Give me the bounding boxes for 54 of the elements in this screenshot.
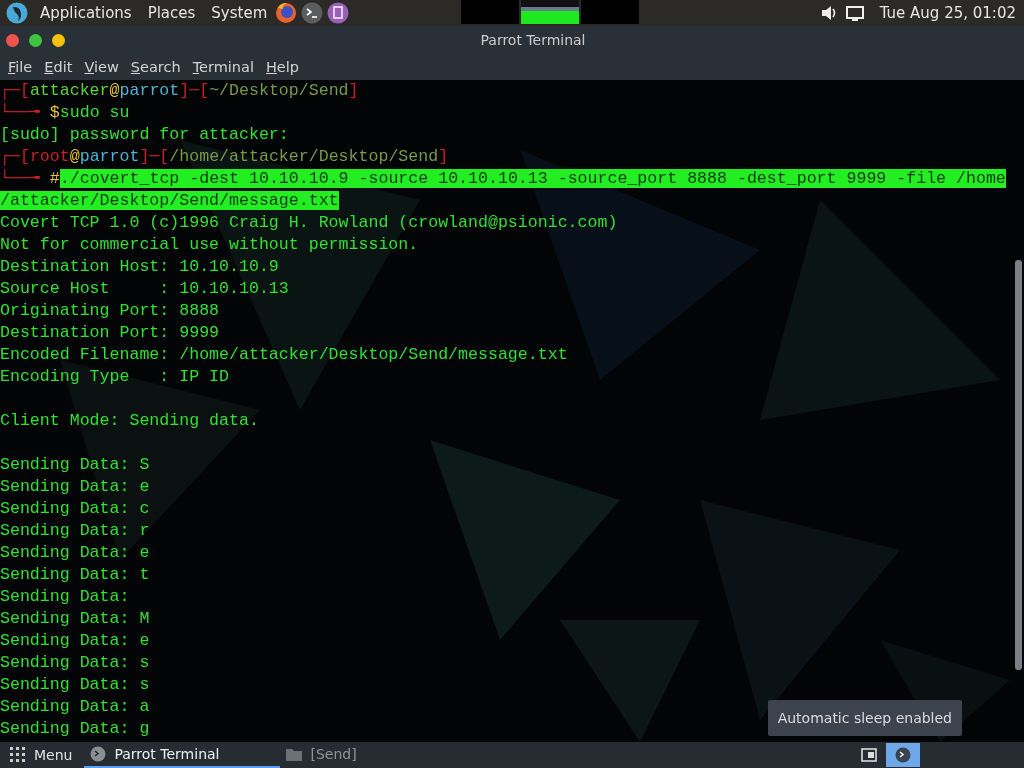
clock[interactable]: Tue Aug 25, 01:02	[879, 4, 1016, 22]
terminal-line: Source Host : 10.10.10.13	[0, 278, 289, 300]
window-title: Parrot Terminal	[480, 32, 586, 48]
menu-item[interactable]: Help	[259, 59, 305, 75]
menu-item[interactable]: File	[2, 59, 39, 75]
folder-icon	[286, 747, 303, 761]
terminal-line: Sending Data: r	[0, 520, 150, 542]
terminal-line: Originating Port: 8888	[0, 300, 220, 322]
terminal-line: Sending Data: e	[0, 630, 150, 652]
terminal-line: Sending Data: e	[0, 542, 150, 564]
terminal-line: Sending Data: M	[0, 608, 150, 630]
terminal-line: Not for commercial use without permission.	[0, 234, 419, 256]
panel-menu[interactable]: Applications	[32, 4, 140, 22]
terminal-line: ┌─[root@parrot]─[/home/attacker/Desktop/Send]	[0, 146, 449, 168]
terminal-icon	[895, 747, 911, 763]
taskbar-item[interactable]: Parrot Terminal	[84, 742, 281, 768]
minimize-button[interactable]	[52, 33, 65, 47]
panel-menu[interactable]: System	[203, 4, 276, 22]
menu-item[interactable]: Terminal	[186, 59, 260, 75]
terminal-line: Sending Data: t	[0, 564, 150, 586]
terminal-line: ┌─[attacker@parrot]─[~/Desktop/Send]	[0, 80, 359, 102]
terminal-line: Encoding Type : IP ID	[0, 366, 230, 388]
terminal-line: Sending Data: s	[0, 652, 150, 674]
close-button[interactable]	[6, 33, 19, 47]
maximize-button[interactable]	[29, 33, 42, 47]
terminal-button[interactable]	[886, 743, 920, 767]
terminal-line: └──╼ $sudo su	[0, 102, 130, 124]
panel-menu[interactable]: Places	[139, 4, 204, 22]
menu-item[interactable]: Search	[124, 59, 187, 75]
terminal-line: Sending Data: e	[0, 476, 150, 498]
terminal-icon[interactable]	[301, 2, 324, 24]
terminal-line: Client Mode: Sending data.	[0, 410, 259, 432]
grid-icon	[10, 747, 26, 763]
menu-item[interactable]: View	[78, 59, 125, 75]
terminal-icon	[90, 746, 107, 762]
terminal-line: Destination Port: 9999	[0, 322, 220, 344]
document-icon[interactable]	[327, 2, 350, 24]
system-monitor-graph[interactable]	[521, 0, 580, 24]
terminal-line: Sending Data: s	[0, 674, 150, 696]
terminal-line: Sending Data: S	[0, 454, 150, 476]
terminal-line: Sending Data:	[0, 586, 130, 608]
browser-icon[interactable]	[275, 2, 298, 24]
menu-button[interactable]: Menu	[0, 742, 85, 768]
terminal-line: [sudo] password for attacker:	[0, 124, 289, 146]
terminal-line: Encoded Filename: /home/attacker/Desktop/Send/message.txt	[0, 344, 568, 366]
menu-item[interactable]: Edit	[38, 59, 79, 75]
terminal-line: Sending Data: a	[0, 696, 150, 718]
taskbar-item[interactable]: [Send]	[280, 742, 477, 768]
scrollbar-thumb[interactable]	[1015, 260, 1022, 670]
notification: Automatic sleep enabled	[767, 700, 962, 736]
terminal-line: Sending Data: c	[0, 498, 150, 520]
terminal-line: Sending Data: g	[0, 718, 150, 740]
terminal-line: Covert TCP 1.0 (c)1996 Craig H. Rowland (crowland@psionic.com)	[0, 212, 618, 234]
terminal-line: Destination Host: 10.10.10.9	[0, 256, 279, 278]
